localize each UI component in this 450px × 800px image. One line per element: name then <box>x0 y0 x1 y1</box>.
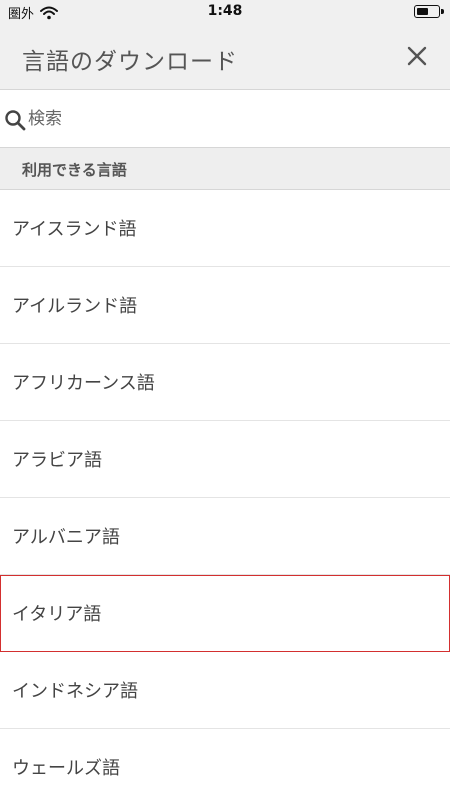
list-item[interactable]: アラビア語 <box>0 421 450 498</box>
search-bar <box>0 90 450 148</box>
list-item[interactable]: アイスランド語 <box>0 190 450 267</box>
battery-icon <box>414 5 444 18</box>
list-item-highlighted[interactable]: イタリア語 <box>0 575 450 652</box>
status-bar: 圏外 1:48 <box>0 0 450 24</box>
list-item-label: アイルランド語 <box>12 296 138 317</box>
list-item-label: アフリカーンス語 <box>12 373 155 394</box>
list-item[interactable]: ウェールズ語 <box>0 729 450 800</box>
status-time: 1:48 <box>207 3 243 19</box>
list-item[interactable]: アルバニア語 <box>0 498 450 575</box>
list-item[interactable]: アイルランド語 <box>0 267 450 344</box>
close-icon[interactable] <box>404 43 430 69</box>
language-list: アイスランド語 アイルランド語 アフリカーンス語 アラビア語 アルバニア語 イタ… <box>0 190 450 800</box>
list-item-label: アラビア語 <box>12 450 102 471</box>
page-title: 言語のダウンロード <box>22 49 238 75</box>
list-item[interactable]: アフリカーンス語 <box>0 344 450 421</box>
list-item-label: アルバニア語 <box>12 527 120 548</box>
header: 言語のダウンロード <box>0 24 450 90</box>
section-header: 利用できる言語 <box>0 148 450 190</box>
list-item[interactable]: インドネシア語 <box>0 652 450 729</box>
search-input[interactable] <box>28 104 428 134</box>
list-item-label: ウェールズ語 <box>12 758 120 779</box>
list-item-label: インドネシア語 <box>12 681 138 702</box>
section-title: 利用できる言語 <box>22 161 127 179</box>
list-item-label: イタリア語 <box>12 604 102 625</box>
list-item-label: アイスランド語 <box>12 219 137 240</box>
search-icon <box>5 110 26 131</box>
